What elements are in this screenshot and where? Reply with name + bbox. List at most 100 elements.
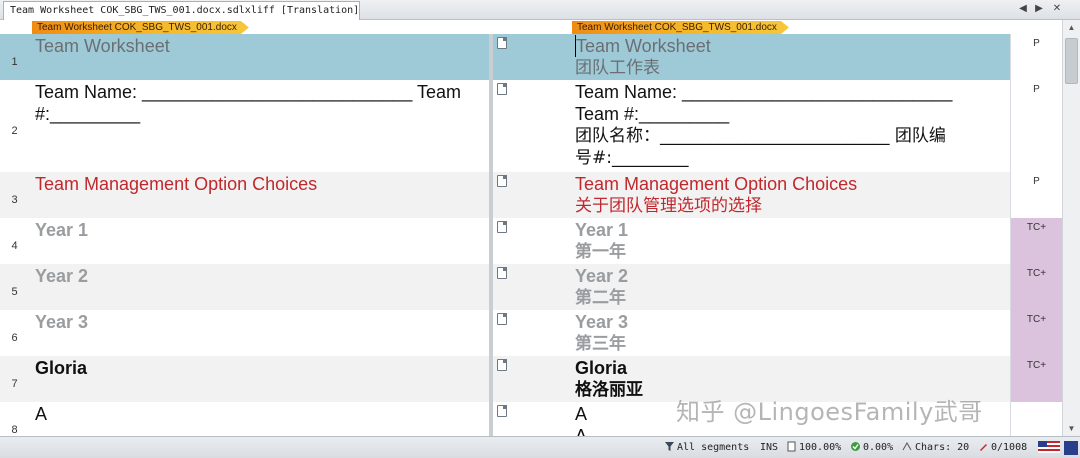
target-file-tag: Team Worksheet COK_SBG_TWS_001.docx bbox=[572, 21, 789, 34]
source-text: #:_________ bbox=[35, 104, 141, 124]
target-cell[interactable]: Team Worksheet 团队工作表 bbox=[569, 34, 1010, 80]
target-text[interactable]: Year 1 bbox=[575, 219, 1004, 241]
watermark-text: 知乎 @LingoesFamily武哥 bbox=[676, 398, 983, 426]
target-text[interactable]: 关于团队管理选项的选择 bbox=[575, 195, 1004, 217]
pencil-icon bbox=[980, 444, 987, 451]
match-percent: 100.00% bbox=[786, 441, 841, 455]
segment-number: 1 bbox=[0, 34, 29, 80]
target-cell[interactable]: Year 3 第三年 bbox=[569, 310, 1010, 356]
segment-grid: 1 Team Worksheet Team Worksheet 团队工作表 P … bbox=[0, 34, 1062, 436]
confirmation-status: TC+ bbox=[1010, 264, 1062, 310]
segment-number: 7 bbox=[0, 356, 29, 402]
source-cell: Year 3 bbox=[29, 310, 489, 356]
source-cell: Year 2 bbox=[29, 264, 489, 310]
confirmation-status bbox=[1010, 402, 1062, 436]
segment-row[interactable]: 1 Team Worksheet Team Worksheet 团队工作表 P bbox=[0, 34, 1062, 80]
document-icon bbox=[497, 175, 507, 187]
source-cell: Gloria bbox=[29, 356, 489, 402]
us-flag-icon bbox=[1038, 441, 1060, 453]
segment-row[interactable]: 5 Year 2 Year 2 第二年 TC+ bbox=[0, 264, 1062, 310]
source-cell: A bbox=[29, 402, 489, 436]
segment-count-value: 0/1008 bbox=[991, 442, 1028, 453]
segment-row[interactable]: 6 Year 3 Year 3 第三年 TC+ bbox=[0, 310, 1062, 356]
scroll-up-icon[interactable]: ▲ bbox=[1063, 20, 1080, 35]
document-tab[interactable]: Team Worksheet COK_SBG_TWS_001.docx.sdlx… bbox=[3, 1, 360, 20]
target-text[interactable]: 第一年 bbox=[575, 241, 1004, 263]
segment-row[interactable]: 3 Team Management Option Choices Team Ma… bbox=[0, 172, 1062, 218]
document-icon bbox=[497, 83, 507, 95]
segment-row[interactable]: 2 Team Name: ___________________________… bbox=[0, 80, 1062, 172]
tab-next-icon[interactable]: ▶ bbox=[1032, 2, 1046, 16]
segment-number: 5 bbox=[0, 264, 29, 310]
segment-number: 6 bbox=[0, 310, 29, 356]
source-cell: Year 1 bbox=[29, 218, 489, 264]
target-text[interactable]: 团队工作表 bbox=[575, 57, 1004, 79]
segment-status-cell bbox=[493, 402, 569, 436]
source-text: Team Management Option Choices bbox=[35, 174, 318, 194]
file-tag-row: Team Worksheet COK_SBG_TWS_001.docx Team… bbox=[0, 20, 1080, 34]
source-text: Year 1 bbox=[35, 220, 89, 240]
source-text: A bbox=[35, 404, 48, 424]
target-text[interactable]: Gloria bbox=[575, 357, 1004, 379]
target-cell[interactable]: Year 1 第一年 bbox=[569, 218, 1010, 264]
char-count: Chars: 20 bbox=[902, 441, 969, 455]
document-icon bbox=[497, 405, 507, 417]
segment-status-cell bbox=[493, 218, 569, 264]
document-icon bbox=[497, 267, 507, 279]
target-text[interactable]: 第二年 bbox=[575, 287, 1004, 309]
source-text: Gloria bbox=[35, 358, 88, 378]
target-text[interactable]: 团队名称：___________________________ 团队编 bbox=[575, 125, 1004, 147]
segment-filter[interactable]: All segments bbox=[664, 441, 749, 455]
target-text[interactable]: Team Management Option Choices bbox=[575, 173, 1004, 195]
target-text[interactable]: 号#:_________ bbox=[575, 147, 1004, 169]
source-text: Team Name: ___________________________ T… bbox=[35, 82, 462, 102]
segment-number: 4 bbox=[0, 218, 29, 264]
segment-row[interactable]: 4 Year 1 Year 1 第一年 TC+ bbox=[0, 218, 1062, 264]
page-icon bbox=[787, 441, 796, 452]
panel-toggle-icon[interactable] bbox=[1064, 441, 1078, 455]
target-text[interactable]: Team Worksheet bbox=[575, 35, 1004, 57]
language-flag[interactable] bbox=[1038, 441, 1060, 455]
confirmation-status: P bbox=[1010, 34, 1062, 80]
segment-status-cell bbox=[493, 80, 569, 172]
confirmation-status: TC+ bbox=[1010, 356, 1062, 402]
source-text: Year 3 bbox=[35, 312, 89, 332]
source-text: Year 2 bbox=[35, 266, 89, 286]
vertical-scrollbar[interactable]: ▲ ▼ bbox=[1062, 20, 1080, 436]
segment-status-cell bbox=[493, 264, 569, 310]
target-cell[interactable]: Team Name: ___________________________ T… bbox=[569, 80, 1010, 172]
target-text[interactable]: Year 2 bbox=[575, 265, 1004, 287]
segment-status-cell bbox=[493, 172, 569, 218]
filter-icon bbox=[665, 442, 674, 451]
confirmation-status: TC+ bbox=[1010, 310, 1062, 356]
target-text[interactable]: Team #:_________ bbox=[575, 103, 1004, 125]
confirmation-status: P bbox=[1010, 80, 1062, 172]
tab-close-icon[interactable]: ✕ bbox=[1050, 2, 1064, 16]
target-text[interactable]: 第三年 bbox=[575, 333, 1004, 355]
scroll-down-icon[interactable]: ▼ bbox=[1063, 421, 1080, 436]
source-file-tag: Team Worksheet COK_SBG_TWS_001.docx bbox=[32, 21, 249, 34]
insert-mode[interactable]: INS bbox=[760, 441, 778, 455]
chars-icon bbox=[902, 441, 912, 451]
source-cell: Team Worksheet bbox=[29, 34, 489, 80]
source-cell: Team Name: ___________________________ T… bbox=[29, 80, 489, 172]
segment-status-cell bbox=[493, 356, 569, 402]
segment-status-cell bbox=[493, 310, 569, 356]
segment-status-cell bbox=[493, 34, 569, 80]
fuzzy-percent-value: 0.00% bbox=[863, 442, 894, 453]
segment-number: 3 bbox=[0, 172, 29, 218]
fuzzy-percent: 0.00% bbox=[850, 441, 893, 455]
document-icon bbox=[497, 37, 507, 49]
tab-prev-icon[interactable]: ◀ bbox=[1016, 2, 1030, 16]
source-text: Team Worksheet bbox=[35, 36, 170, 56]
document-icon bbox=[497, 313, 507, 325]
document-icon bbox=[497, 359, 507, 371]
confirmation-status: P bbox=[1010, 172, 1062, 218]
filter-label: All segments bbox=[677, 442, 750, 453]
segment-number: 8 bbox=[0, 402, 29, 436]
target-text[interactable]: Year 3 bbox=[575, 311, 1004, 333]
scroll-thumb[interactable] bbox=[1065, 38, 1078, 84]
target-cell[interactable]: Year 2 第二年 bbox=[569, 264, 1010, 310]
target-text[interactable]: Team Name: ___________________________ bbox=[575, 81, 1004, 103]
target-cell[interactable]: Team Management Option Choices 关于团队管理选项的… bbox=[569, 172, 1010, 218]
